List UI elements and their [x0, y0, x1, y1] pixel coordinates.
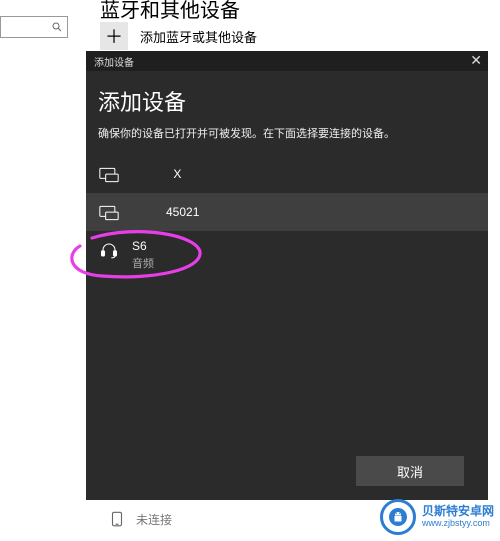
dialog-subtitle: 确保你的设备已打开并可被发现。在下面选择要连接的设备。 — [98, 125, 476, 141]
device-item[interactable]: X — [86, 155, 488, 193]
add-device-dialog: 添加设备 ✕ 添加设备 确保你的设备已打开并可被发现。在下面选择要连接的设备。 … — [86, 51, 488, 500]
add-bluetooth-label: 添加蓝牙或其他设备 — [140, 27, 257, 46]
dialog-window-title: 添加设备 — [94, 54, 134, 69]
headset-icon — [98, 239, 120, 259]
close-icon[interactable]: ✕ — [470, 53, 482, 67]
display-icon — [98, 165, 120, 183]
device-type: 音频 — [132, 255, 154, 271]
device-item[interactable]: 45021 — [86, 193, 488, 231]
device-icon — [108, 510, 126, 528]
display-icon — [98, 203, 120, 221]
device-name: S6 — [132, 239, 154, 253]
add-bluetooth-row[interactable]: ＋ 添加蓝牙或其他设备 — [100, 22, 257, 50]
plus-icon: ＋ — [100, 22, 128, 50]
search-input[interactable] — [0, 16, 68, 38]
dialog-heading: 添加设备 — [98, 85, 476, 117]
cancel-button[interactable]: 取消 — [356, 456, 464, 486]
search-icon — [51, 21, 63, 33]
device-name: 45021 — [132, 205, 199, 219]
device-name: X — [132, 167, 181, 181]
watermark: 贝斯特安卓网 www.zjbstyy.com — [380, 499, 494, 535]
watermark-logo — [380, 499, 416, 535]
device-list: X 45021 S6 音频 — [86, 155, 488, 281]
device-item[interactable]: S6 音频 — [86, 231, 488, 281]
unconnected-label: 未连接 — [136, 511, 172, 528]
watermark-brand: 贝斯特安卓网 — [422, 505, 494, 518]
device-status-row: 未连接 — [108, 510, 172, 528]
watermark-url: www.zjbstyy.com — [422, 519, 494, 529]
dialog-titlebar: 添加设备 ✕ — [86, 51, 488, 71]
settings-page-title: 蓝牙和其他设备 — [100, 0, 240, 23]
